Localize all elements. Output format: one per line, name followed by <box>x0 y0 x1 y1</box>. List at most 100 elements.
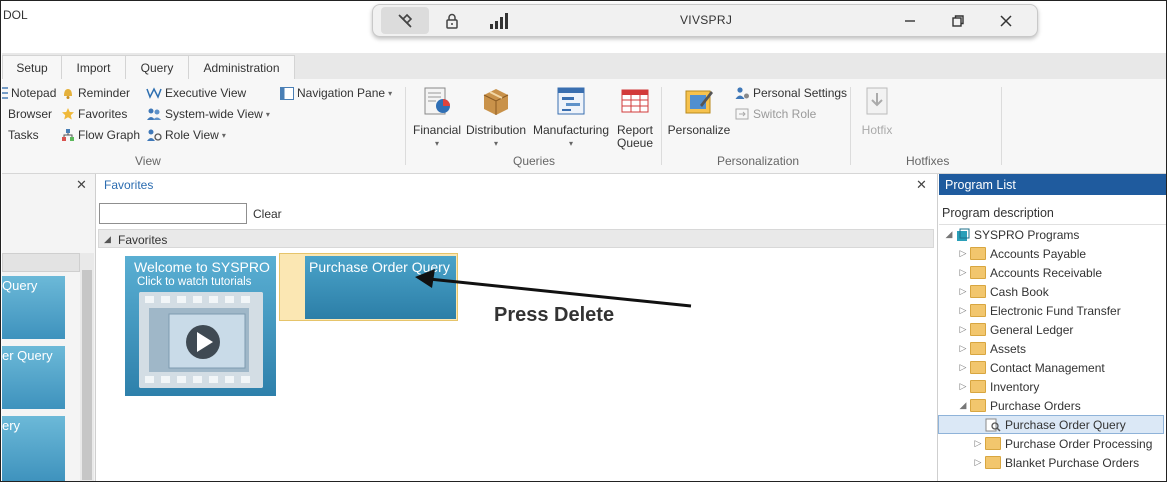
collapsed-triangle-icon: ▷ <box>959 286 967 296</box>
queries-group-label: Queries <box>513 154 556 168</box>
minimize-icon <box>905 19 915 22</box>
tree-item-purchase-order-query[interactable]: Purchase Order Query <box>985 415 1126 434</box>
navigation-pane-icon <box>280 86 294 100</box>
left-tile-order-query[interactable]: er Query <box>2 346 65 409</box>
folder-icon <box>970 304 986 317</box>
hotfixes-group-label: Hotfixes <box>906 154 950 168</box>
tree-root-label: SYSPRO Programs <box>974 227 1080 242</box>
reminder-label: Reminder <box>78 86 131 100</box>
flow-graph-button[interactable]: Flow Graph <box>61 128 140 142</box>
tree-item-cash-book[interactable]: ▷ Cash Book <box>956 282 1049 301</box>
browser-button[interactable]: Browser <box>8 107 52 121</box>
tree-item-assets[interactable]: ▷ Assets <box>956 339 1026 358</box>
tree-item-inventory[interactable]: ▷ Inventory <box>956 377 1040 396</box>
clear-button[interactable]: Clear <box>253 207 282 221</box>
financial-chart-icon <box>424 87 450 115</box>
switch-role-label: Switch Role <box>753 107 817 121</box>
restore-button[interactable] <box>935 5 981 36</box>
pin-icon <box>398 13 413 28</box>
chevron-down-icon: ▾ <box>434 139 439 148</box>
favorites-button[interactable]: Favorites <box>61 107 127 121</box>
favorites-close-icon[interactable]: ✕ <box>916 177 927 193</box>
collapsed-triangle-icon: ▷ <box>959 267 967 277</box>
left-panel-close-icon[interactable]: ✕ <box>76 177 87 193</box>
system-wide-view-button[interactable]: System-wide View ▾ <box>146 107 270 121</box>
expanded-triangle-icon: ◢ <box>945 229 953 239</box>
personalization-group-label: Personalization <box>717 154 800 168</box>
manufacturing-icon <box>557 87 585 115</box>
distribution-button[interactable]: Distribution ▾ <box>464 85 528 150</box>
collapse-triangle-icon: ◢ <box>104 234 111 244</box>
left-tile-query[interactable]: Query <box>2 276 65 339</box>
favorites-pane-title: Favorites <box>104 178 154 192</box>
tab-setup[interactable]: Setup <box>2 55 62 80</box>
folder-icon <box>985 437 1001 450</box>
lock-button[interactable] <box>429 5 475 36</box>
left-tile-label: ery <box>2 418 21 433</box>
tree-item-label: Purchase Order Query <box>1005 417 1126 432</box>
collapsed-triangle-icon: ▷ <box>974 438 982 448</box>
switch-role-icon <box>735 108 749 120</box>
folder-icon <box>985 456 1001 469</box>
welcome-tile[interactable]: Welcome to SYSPRO Click to watch tutoria… <box>125 256 276 396</box>
role-view-button[interactable]: Role View ▾ <box>146 128 226 142</box>
switch-role-button[interactable]: Switch Role <box>735 107 816 121</box>
tree-item-general-ledger[interactable]: ▷ General Ledger <box>956 320 1074 339</box>
personal-settings-button[interactable]: Personal Settings <box>735 86 847 100</box>
ribbon-separator <box>850 87 851 165</box>
personalize-label: Personalize <box>667 123 731 137</box>
view-group-label: View <box>135 154 161 168</box>
tree-root-syspro-programs[interactable]: ◢ SYSPRO Programs <box>942 225 1080 244</box>
tree-item-accounts-payable[interactable]: ▷ Accounts Payable <box>956 244 1087 263</box>
manufacturing-button[interactable]: Manufacturing ▾ <box>531 85 611 150</box>
navigation-pane-button[interactable]: Navigation Pane ▾ <box>280 86 392 100</box>
folder-icon <box>970 399 986 412</box>
scrollbar-thumb[interactable] <box>82 270 92 480</box>
welcome-tile-subtitle: Click to watch tutorials <box>137 276 252 288</box>
tab-query[interactable]: Query <box>125 55 189 80</box>
chevron-down-icon: ▾ <box>265 109 270 119</box>
executive-view-button[interactable]: Executive View <box>146 86 246 100</box>
tasks-button[interactable]: Tasks <box>8 128 39 142</box>
left-panel-scrollbar[interactable] <box>80 253 94 481</box>
system-wide-view-label: System-wide View <box>165 107 263 121</box>
tree-item-accounts-receivable[interactable]: ▷ Accounts Receivable <box>956 263 1103 282</box>
executive-view-label: Executive View <box>165 86 247 100</box>
tree-item-purchase-orders[interactable]: ◢ Purchase Orders <box>956 396 1081 415</box>
tree-item-blanket-purchase-orders[interactable]: ▷ Blanket Purchase Orders <box>971 453 1140 472</box>
minimize-button[interactable] <box>887 5 933 36</box>
ribbon-separator <box>1001 87 1002 165</box>
personalize-button[interactable]: Personalize <box>667 85 731 137</box>
flow-graph-label: Flow Graph <box>78 128 141 142</box>
personal-settings-icon <box>735 87 749 99</box>
tree-item-purchase-order-processing[interactable]: ▷ Purchase Order Processing <box>971 434 1153 453</box>
app-title-fragment: DOL <box>3 8 28 22</box>
program-list-header: Program List <box>939 174 1166 195</box>
pin-button[interactable] <box>381 7 429 34</box>
role-view-label: Role View <box>165 128 219 142</box>
reminder-button[interactable]: Reminder <box>61 86 130 100</box>
report-queue-button[interactable]: Report Queue <box>615 85 655 150</box>
remote-session-title: VIVSPRJ <box>680 13 733 27</box>
connection-quality-button[interactable] <box>477 5 523 36</box>
close-icon <box>1000 14 1012 27</box>
tree-item-label: Accounts Receivable <box>990 265 1103 280</box>
tree-item-contact-management[interactable]: ▷ Contact Management <box>956 358 1105 377</box>
tree-item-label: Assets <box>990 341 1027 356</box>
program-description-column-header[interactable]: Program description <box>942 206 1054 220</box>
left-tile-query-2[interactable]: ery <box>2 416 65 481</box>
favorites-search-input[interactable] <box>99 203 247 224</box>
tree-item-label: Accounts Payable <box>990 246 1087 261</box>
folder-icon <box>970 380 986 393</box>
expanded-triangle-icon: ◢ <box>959 400 967 410</box>
tab-import[interactable]: Import <box>61 55 126 80</box>
notepad-button[interactable]: Notepad <box>2 86 56 100</box>
lock-icon <box>446 13 458 29</box>
hotfix-button[interactable]: Hotfix <box>857 85 897 137</box>
favorites-section-header[interactable]: ◢ Favorites <box>98 229 934 248</box>
financial-button[interactable]: Financial ▾ <box>412 85 462 150</box>
report-queue-icon <box>621 89 649 113</box>
tab-administration[interactable]: Administration <box>188 55 295 80</box>
tree-item-electronic-fund-transfer[interactable]: ▷ Electronic Fund Transfer <box>956 301 1121 320</box>
close-button[interactable] <box>983 5 1029 36</box>
